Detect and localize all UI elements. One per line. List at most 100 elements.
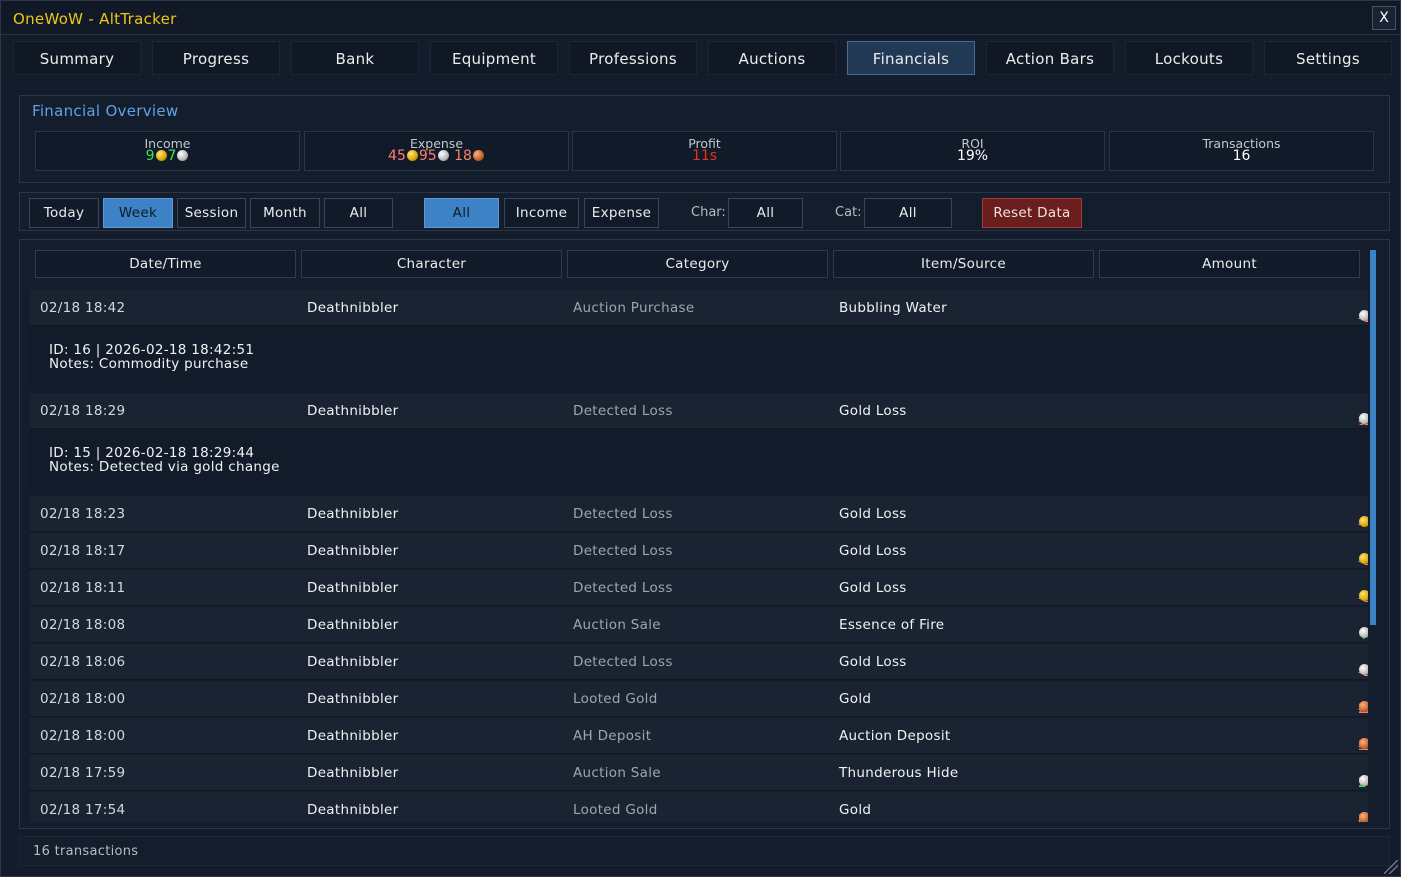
row-category: Detected Loss [573, 580, 673, 596]
row-item: Gold Loss [839, 506, 907, 522]
transaction-count: 16 transactions [33, 844, 139, 859]
period-month-button[interactable]: Month [250, 198, 320, 228]
row-item: Gold Loss [839, 580, 907, 596]
silver-coin-icon [437, 150, 449, 161]
copper-coin-icon [1359, 812, 1368, 822]
row-item: Thunderous Hide [839, 765, 959, 781]
row-category: Detected Loss [573, 654, 673, 670]
row-character: Deathnibbler [307, 543, 399, 559]
tab-settings[interactable]: Settings [1264, 41, 1392, 75]
row-date: 02/18 18:23 [40, 506, 126, 522]
row-character: Deathnibbler [307, 802, 399, 818]
table-scrollbar[interactable] [1370, 250, 1376, 625]
row-category: Detected Loss [573, 543, 673, 559]
table-row[interactable]: 02/18 17:54DeathnibblerLooted GoldGold-2… [30, 792, 1368, 822]
table-row[interactable]: 02/18 18:00DeathnibblerLooted GoldGold-1… [30, 681, 1368, 717]
tab-action-bars[interactable]: Action Bars [986, 41, 1114, 75]
table-row[interactable]: 02/18 18:23 Deathnibbler Detected Loss Gold… [30, 496, 1368, 532]
row-category: Detected Loss [573, 403, 673, 419]
close-button[interactable]: X [1372, 6, 1396, 30]
table-row[interactable]: 02/18 18:29 Deathnibbler Detected Loss Gold… [30, 393, 1368, 429]
tab-progress[interactable]: Progress [152, 41, 280, 75]
period-all-button[interactable]: All [324, 198, 393, 228]
gold-coin-icon [1359, 516, 1368, 527]
row-item: Gold [839, 691, 872, 707]
row-character: Deathnibbler [307, 300, 399, 316]
type-expense-button[interactable]: Expense [584, 198, 659, 228]
row-category: Looted Gold [573, 802, 658, 818]
row-category: Auction Sale [573, 765, 661, 781]
cat-filter-dropdown[interactable]: All [864, 198, 952, 228]
overview-title: Financial Overview [32, 102, 179, 120]
resize-grip-icon[interactable] [1384, 860, 1398, 874]
row-item: Gold Loss [839, 403, 907, 419]
transactions-table: Date/Time Character Category Item/Source Amo… [19, 239, 1390, 829]
transactions-value: 16 [1232, 148, 1251, 164]
period-session-button[interactable]: Session [177, 198, 246, 228]
title-bar[interactable]: OneWoW - AltTracker X [1, 1, 1400, 35]
table-row[interactable]: 02/18 18:42 Deathnibbler Auction Purchase B… [30, 290, 1368, 326]
detail-notes: Notes: Commodity purchase [49, 356, 249, 372]
table-row[interactable]: 02/18 18:17 Deathnibbler Detected Loss Gold… [30, 533, 1368, 569]
table-row[interactable]: 02/18 18:00 Deathnibbler AH Deposit Auction… [30, 718, 1368, 754]
column-header-date-time[interactable]: Date/Time [35, 250, 296, 278]
silver-coin-icon [1359, 664, 1368, 675]
row-date: 02/18 18:00 [40, 728, 126, 744]
copper-coin-icon [1359, 738, 1368, 749]
silver-coin-icon [1359, 627, 1368, 638]
column-header-character[interactable]: Character [301, 250, 562, 278]
row-category: AH Deposit [573, 728, 652, 744]
copper-coin-icon [472, 150, 484, 161]
alttracker-window: OneWoW - AltTracker X Summary Progress Ban… [0, 0, 1401, 877]
expense-value: 45 95 18 [305, 148, 568, 164]
tab-professions[interactable]: Professions [569, 41, 697, 75]
char-filter-label: Char: [691, 205, 726, 220]
column-header-category[interactable]: Category [567, 250, 828, 278]
char-filter-dropdown[interactable]: All [728, 198, 803, 228]
row-item: Auction Deposit [839, 728, 951, 744]
silver-coin-icon [1359, 413, 1368, 424]
row-item: Gold Loss [839, 654, 907, 670]
row-date: 02/18 18:08 [40, 617, 126, 633]
row-item: Gold Loss [839, 543, 907, 559]
table-row[interactable]: 02/18 18:08 Deathnibbler Auction Sale Essen… [30, 607, 1368, 643]
period-today-button[interactable]: Today [29, 198, 99, 228]
period-week-button[interactable]: Week [103, 198, 173, 228]
column-header-item-source[interactable]: Item/Source [833, 250, 1094, 278]
cat-filter-label: Cat: [835, 205, 862, 220]
table-body[interactable]: 02/18 18:42 Deathnibbler Auction Purchase B… [30, 290, 1368, 822]
table-row[interactable]: 02/18 18:11 Deathnibbler Detected Loss Gold… [30, 570, 1368, 606]
filter-bar: Today Week Session Month All All Income Expens… [19, 192, 1390, 231]
table-row[interactable]: 02/18 17:59 Deathnibbler Auction Sale Thund… [30, 755, 1368, 791]
tab-auctions[interactable]: Auctions [708, 41, 836, 75]
tab-bank[interactable]: Bank [291, 41, 419, 75]
profit-stat: Profit 11s [572, 131, 837, 171]
financial-overview-panel: Financial Overview Income 97 Expense 45 9… [19, 95, 1390, 183]
tab-lockouts[interactable]: Lockouts [1125, 41, 1253, 75]
tab-equipment[interactable]: Equipment [430, 41, 558, 75]
row-category: Detected Loss [573, 506, 673, 522]
row-detail: ID: 15 | 2026-02-18 18:29:44 Notes: Detec… [30, 430, 1368, 494]
silver-coin-icon [1359, 775, 1368, 786]
reset-data-button[interactable]: Reset Data [982, 198, 1082, 228]
status-footer: 16 transactions [19, 836, 1390, 866]
gold-coin-icon [1359, 590, 1368, 601]
row-category: Looted Gold [573, 691, 658, 707]
income-gold: 9 [145, 148, 155, 164]
row-character: Deathnibbler [307, 403, 399, 419]
row-character: Deathnibbler [307, 580, 399, 596]
tab-summary[interactable]: Summary [13, 41, 141, 75]
type-income-button[interactable]: Income [504, 198, 579, 228]
income-silver: 7 [167, 148, 177, 164]
expense-gold: 45 [388, 148, 406, 164]
type-all-button[interactable]: All [424, 198, 499, 228]
expense-silver: 95 [418, 148, 437, 164]
tab-financials[interactable]: Financials [847, 41, 975, 75]
table-row[interactable]: 02/18 18:06 Deathnibbler Detected Loss Gold… [30, 644, 1368, 680]
row-date: 02/18 18:06 [40, 654, 126, 670]
row-date: 02/18 17:54 [40, 802, 126, 818]
row-category: Auction Sale [573, 617, 661, 633]
roi-value: 19% [956, 148, 989, 164]
row-category: Auction Purchase [573, 300, 695, 316]
column-header-amount[interactable]: Amount [1099, 250, 1360, 278]
